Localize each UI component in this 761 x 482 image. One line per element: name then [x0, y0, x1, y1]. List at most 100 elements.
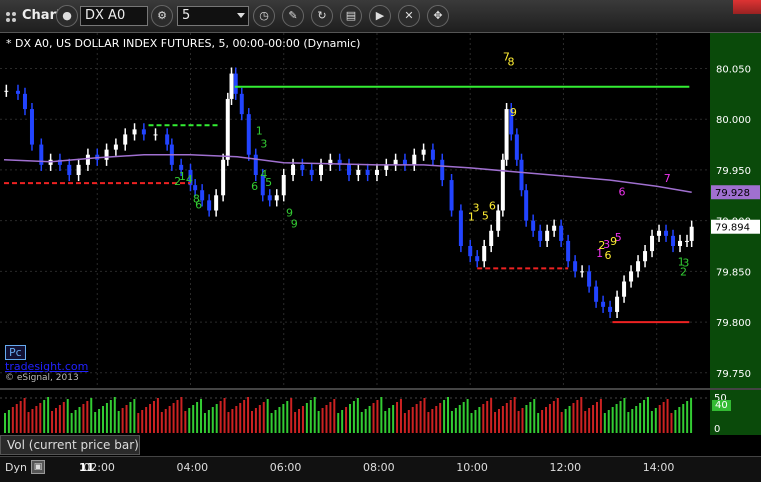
- close-x-icon[interactable]: ✕: [398, 5, 420, 27]
- volume-bar: [78, 407, 81, 433]
- price-bar-body: [657, 230, 662, 236]
- volume-bar: [607, 410, 610, 433]
- mode-label[interactable]: Dyn: [5, 461, 27, 474]
- volume-bar: [474, 410, 477, 433]
- price-bar-body: [519, 159, 524, 191]
- volume-bar: [670, 413, 673, 433]
- y-tick-label: 80.050: [716, 65, 751, 76]
- volume-bar: [568, 406, 571, 433]
- volume-bar: [74, 410, 77, 433]
- volume-bar: [403, 413, 406, 433]
- volume-bar: [333, 399, 336, 433]
- sequence-count-label: 5: [265, 176, 272, 189]
- volume-bar: [70, 413, 73, 433]
- y-tick-label: 79.850: [716, 267, 751, 278]
- sequence-count-label: 2: [174, 175, 181, 188]
- volume-bar: [690, 398, 693, 433]
- volume-bar: [388, 408, 391, 433]
- price-bar-body: [76, 164, 81, 175]
- volume-bar: [149, 404, 152, 433]
- sequence-count-label: 1: [468, 211, 475, 224]
- price-bar-body: [421, 149, 426, 155]
- volume-bar: [462, 402, 465, 433]
- volume-bar: [592, 405, 595, 433]
- price-bar-body: [566, 240, 571, 262]
- volume-bar: [599, 399, 602, 433]
- sequence-count-label: 9: [291, 218, 298, 231]
- symbol-value: DX A0: [85, 8, 126, 23]
- price-bar-body: [689, 226, 694, 241]
- volume-bar: [325, 405, 328, 433]
- chart-template-icon[interactable]: ▤: [340, 5, 362, 27]
- price-bar-body: [524, 190, 529, 221]
- volume-bar: [384, 411, 387, 433]
- price-bar-body: [430, 149, 435, 160]
- volume-panel[interactable]: [0, 390, 710, 435]
- price-bar-body: [552, 225, 557, 231]
- price-chart-area[interactable]: 789361576531296132134569912468 * DX A0, …: [0, 33, 710, 388]
- price-bar-body: [229, 73, 234, 99]
- time-tick-label: 08:00: [362, 461, 395, 474]
- volume-bar: [164, 409, 167, 433]
- time-tick-label: 10:00: [456, 461, 488, 474]
- price-bar-body: [573, 261, 578, 272]
- volume-bar: [137, 413, 140, 433]
- price-bar-body: [85, 154, 90, 165]
- volume-bar: [466, 399, 469, 433]
- symbol-search-icon[interactable]: ●: [56, 5, 78, 27]
- volume-tick-0: 0: [714, 424, 721, 435]
- volume-bar: [658, 405, 661, 433]
- sequence-count-label: 2: [680, 265, 687, 278]
- volume-bar: [329, 402, 332, 433]
- volume-bar: [152, 401, 155, 433]
- volume-bar: [282, 404, 285, 433]
- sequence-count-label: 9: [510, 106, 517, 119]
- volume-bar: [654, 408, 657, 433]
- price-bar-body: [685, 240, 690, 242]
- symbol-input[interactable]: DX A0: [80, 6, 148, 26]
- pencil-icon[interactable]: ✎: [282, 5, 304, 27]
- volume-bar: [517, 411, 520, 433]
- volume-bar: [443, 400, 446, 433]
- volume-bar: [411, 407, 414, 433]
- sequence-count-label: 8: [508, 55, 515, 68]
- time-axis[interactable]: Dyn ▣ 11 02:00 04:00 06:00 08:00 10:00 12:00 1…: [0, 456, 761, 482]
- lock-icon[interactable]: ▣: [31, 460, 45, 474]
- price-bar-body: [141, 129, 146, 135]
- refresh-icon[interactable]: ↻: [311, 5, 333, 27]
- volume-bar: [470, 413, 473, 433]
- clock-icon[interactable]: ◷: [253, 5, 275, 27]
- sequence-count-label: 6: [604, 249, 611, 262]
- volume-bar: [337, 413, 340, 433]
- volume-bar: [486, 401, 489, 433]
- sequence-count-label: 6: [251, 180, 258, 193]
- volume-bar: [54, 408, 57, 433]
- interval-select[interactable]: 5: [177, 6, 249, 26]
- price-bar-body: [482, 246, 487, 262]
- y-tick-label: 80.000: [716, 115, 751, 126]
- volume-bar: [580, 397, 583, 433]
- price-bar-body: [356, 169, 361, 175]
- volume-bar: [294, 412, 297, 433]
- volume-bar: [548, 404, 551, 433]
- volume-bar: [595, 402, 598, 433]
- volume-bar: [23, 398, 26, 433]
- price-bar-body: [587, 271, 592, 287]
- volume-bar: [364, 409, 367, 433]
- sequence-count-label: 6: [489, 199, 496, 212]
- price-axis[interactable]: 80.05080.00079.95079.90079.85079.80079.7…: [710, 33, 761, 388]
- price-bar-body: [104, 149, 109, 160]
- volume-bar: [564, 409, 567, 433]
- volume-bar: [376, 400, 379, 433]
- price-bar-body: [393, 159, 398, 165]
- volume-bar: [31, 409, 34, 433]
- volume-study-label[interactable]: Vol (current price bar): [0, 435, 140, 455]
- tools-icon[interactable]: ✥: [427, 5, 449, 27]
- price-bar-body: [113, 144, 118, 150]
- volume-bar: [86, 401, 89, 433]
- interval-settings-icon[interactable]: ⚙: [151, 5, 173, 27]
- chart-dots-icon[interactable]: [4, 9, 18, 23]
- play-icon[interactable]: ▶: [369, 5, 391, 27]
- volume-bar: [447, 397, 450, 433]
- volume-bar: [627, 412, 630, 433]
